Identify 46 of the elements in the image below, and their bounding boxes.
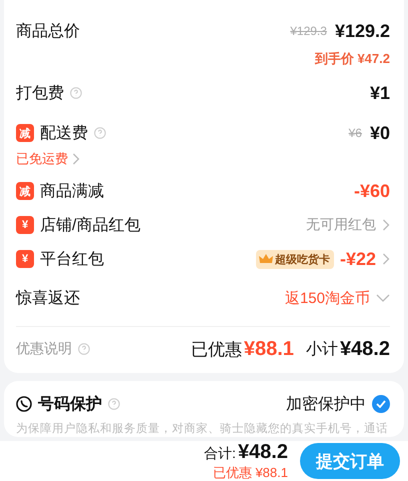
original-fee: ¥6	[348, 126, 362, 140]
help-icon[interactable]	[78, 343, 90, 355]
subtotal-amount: ¥48.2	[340, 338, 390, 360]
privacy-description: 为保障用户隐私和服务质量，对商家、骑士隐藏您的真实手机号，通话	[16, 421, 389, 437]
help-icon[interactable]	[94, 127, 106, 139]
total-price: ¥129.2	[334, 20, 390, 42]
privacy-title: 号码保护	[38, 394, 102, 414]
row-label: 打包费	[16, 84, 64, 104]
free-shipping-link[interactable]: 已免运费	[16, 150, 80, 168]
row-label: 配送费	[40, 124, 88, 144]
crown-icon	[258, 254, 273, 264]
total-amount: ¥48.2	[238, 440, 288, 464]
coupon-status: 无可用红包	[306, 216, 376, 234]
discount-badge: 减	[16, 182, 34, 200]
saved-label: 已优惠	[190, 338, 242, 360]
saved-amount: ¥88.1	[244, 338, 294, 360]
discount-badge: ¥	[16, 216, 34, 234]
fee-price: ¥1	[370, 82, 390, 104]
row-label: 商品总价	[16, 22, 80, 42]
row-label: 商品满减	[40, 182, 104, 202]
subtotal-label: 小计	[306, 340, 338, 360]
discount-amount: -¥60	[354, 180, 390, 202]
row-label: 平台红包	[40, 250, 104, 270]
row-label: 惊喜返还	[16, 288, 80, 308]
chevron-down-icon[interactable]	[376, 294, 390, 302]
chevron-right-icon[interactable]	[382, 253, 390, 265]
help-icon[interactable]	[70, 87, 82, 99]
help-icon[interactable]	[108, 398, 120, 410]
chevron-right-icon[interactable]	[382, 219, 390, 231]
submit-order-button[interactable]: 提交订单	[300, 443, 400, 479]
discount-badge: ¥	[16, 250, 34, 268]
final-price-note: 到手价 ¥47.2	[314, 50, 390, 68]
reward-value: 返150淘金币	[284, 288, 370, 308]
total-label: 合计:	[204, 444, 236, 462]
fee-price: ¥0	[370, 122, 390, 144]
original-price: ¥129.3	[290, 24, 327, 38]
discount-badge: 减	[16, 124, 34, 142]
membership-tag: 超级吃货卡	[256, 250, 334, 268]
chevron-right-icon[interactable]	[72, 153, 80, 165]
total-saved: 已优惠 ¥88.1	[212, 464, 288, 481]
privacy-status: 加密保护中	[286, 394, 366, 414]
discount-info-label: 优惠说明	[16, 340, 72, 358]
row-label: 店铺/商品红包	[40, 216, 140, 236]
checkbox[interactable]	[372, 395, 390, 413]
checkmark-icon	[376, 400, 386, 408]
coupon-amount: -¥22	[340, 248, 376, 270]
